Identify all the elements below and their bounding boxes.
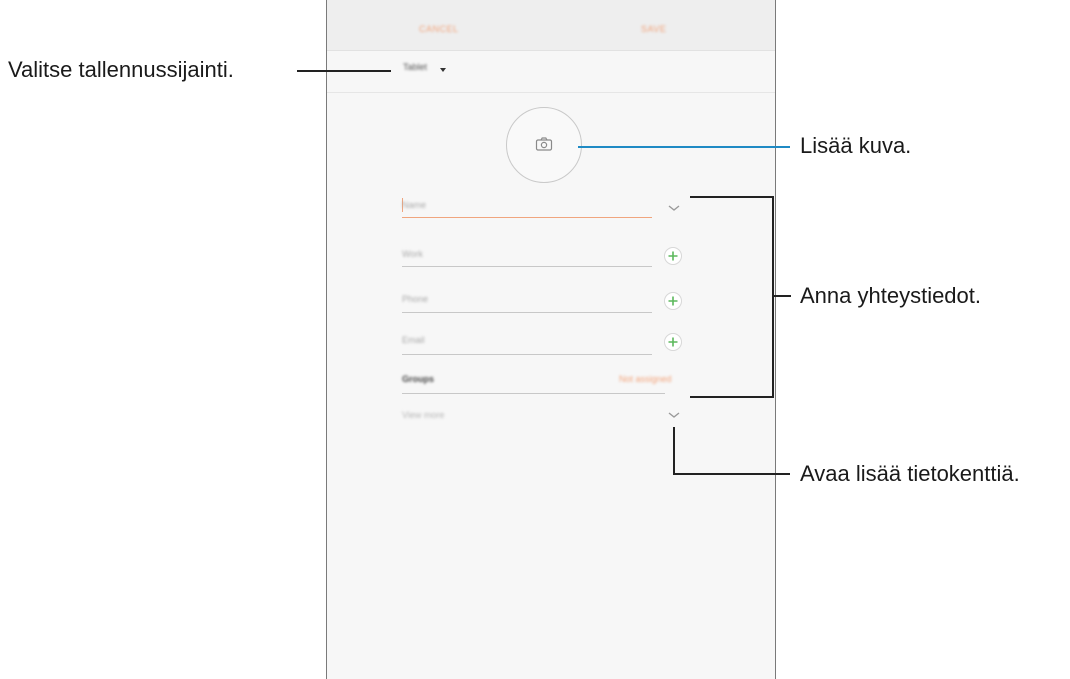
add-phone-button[interactable]: [664, 292, 682, 310]
groups-underline: [402, 393, 665, 394]
callout-more-fields: Avaa lisää tietokenttiä.: [800, 461, 1020, 486]
groups-label: Groups: [402, 374, 435, 384]
bracket-vertical: [772, 196, 774, 398]
phone-field[interactable]: Phone: [402, 294, 428, 304]
plus-icon: [668, 251, 678, 261]
callout-line-more-vertical: [673, 427, 675, 475]
email-field[interactable]: Email: [402, 335, 425, 345]
storage-location-label: Tablet: [403, 62, 428, 72]
phone-field-underline: [402, 312, 652, 313]
cancel-button[interactable]: CANCEL: [419, 0, 459, 50]
organization-field-underline: [402, 266, 652, 267]
callout-contact-details: Anna yhteystiedot.: [800, 283, 982, 308]
email-field-underline: [402, 354, 652, 355]
name-field[interactable]: Name: [402, 200, 426, 210]
add-email-button[interactable]: [664, 333, 682, 351]
save-button[interactable]: SAVE: [641, 0, 666, 50]
groups-selector[interactable]: Not assigned: [619, 374, 672, 384]
bracket-bottom: [690, 396, 774, 398]
view-more-label[interactable]: View more: [402, 410, 444, 420]
caret-down-icon: [440, 68, 446, 72]
storage-location-selector[interactable]: Tablet: [327, 50, 775, 93]
plus-icon: [668, 296, 678, 306]
page: CANCEL SAVE Tablet Name Work Phone Email…: [0, 0, 1070, 679]
bracket-top: [690, 196, 774, 198]
camera-icon: [535, 137, 553, 151]
callout-line-storage: [297, 70, 391, 72]
callout-line-photo: [578, 146, 790, 148]
name-field-underline: [402, 217, 652, 218]
add-photo-button[interactable]: [506, 107, 582, 183]
chevron-down-icon[interactable]: [667, 410, 681, 420]
callout-add-photo: Lisää kuva.: [800, 133, 912, 158]
callout-line-more-horizontal: [673, 473, 790, 475]
bracket-pointer: [774, 295, 791, 297]
add-organization-button[interactable]: [664, 247, 682, 265]
organization-field[interactable]: Work: [402, 249, 423, 259]
chevron-down-icon[interactable]: [667, 203, 681, 213]
contact-editor-screen: CANCEL SAVE Tablet Name Work Phone Email…: [326, 0, 776, 679]
plus-icon: [668, 337, 678, 347]
callout-storage-location: Valitse tallennussijainti.: [8, 57, 234, 82]
top-bar: CANCEL SAVE: [327, 0, 775, 51]
